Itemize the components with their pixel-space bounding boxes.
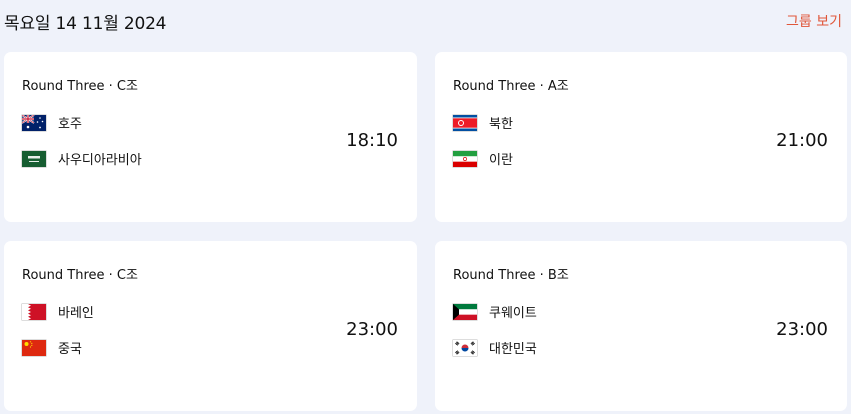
team-name: 북한 [489,117,513,132]
team-name: 대한민국 [489,342,537,357]
team-name: 이란 [489,153,513,168]
match-time: 23:00 [776,319,828,340]
china-flag-icon [22,339,46,356]
round-label: Round Three · C조 [22,79,138,94]
away-team: 사우디아라비아 [22,149,142,168]
match-card[interactable]: Round Three · C조 바레인 중국 23:00 [4,241,417,411]
away-team: 중국 [22,338,82,357]
australia-flag-icon [22,114,46,131]
home-team: 호주 [22,113,82,132]
team-name: 쿠웨이트 [489,306,537,321]
home-team: 바레인 [22,302,94,321]
round-label: Round Three · A조 [453,79,569,94]
kuwait-flag-icon [453,303,477,320]
match-card[interactable]: Round Three · B조 쿠웨이트 대한민국 23:00 [435,241,847,411]
team-name: 호주 [58,117,82,132]
team-name: 바레인 [58,306,94,321]
bahrain-flag-icon [22,303,46,320]
match-time: 21:00 [776,130,828,151]
away-team: 이란 [453,149,513,168]
north-korea-flag-icon [453,114,477,131]
match-time: 18:10 [346,130,398,151]
saudi-arabia-flag-icon [22,150,46,167]
match-time: 23:00 [346,319,398,340]
home-team: 북한 [453,113,513,132]
iran-flag-icon [453,150,477,167]
south-korea-flag-icon [453,339,477,356]
round-label: Round Three · B조 [453,268,569,283]
home-team: 쿠웨이트 [453,302,537,321]
view-group-link[interactable]: 그룹 보기 [786,11,842,31]
away-team: 대한민국 [453,338,537,357]
team-name: 중국 [58,342,82,357]
team-name: 사우디아라비아 [58,153,142,168]
round-label: Round Three · C조 [22,268,138,283]
header-date: 목요일 14 11월 2024 [4,14,167,34]
match-card[interactable]: Round Three · A조 북한 이란 21:00 [435,52,847,222]
match-card[interactable]: Round Three · C조 호주 사우디아라비아 18:10 [4,52,417,222]
